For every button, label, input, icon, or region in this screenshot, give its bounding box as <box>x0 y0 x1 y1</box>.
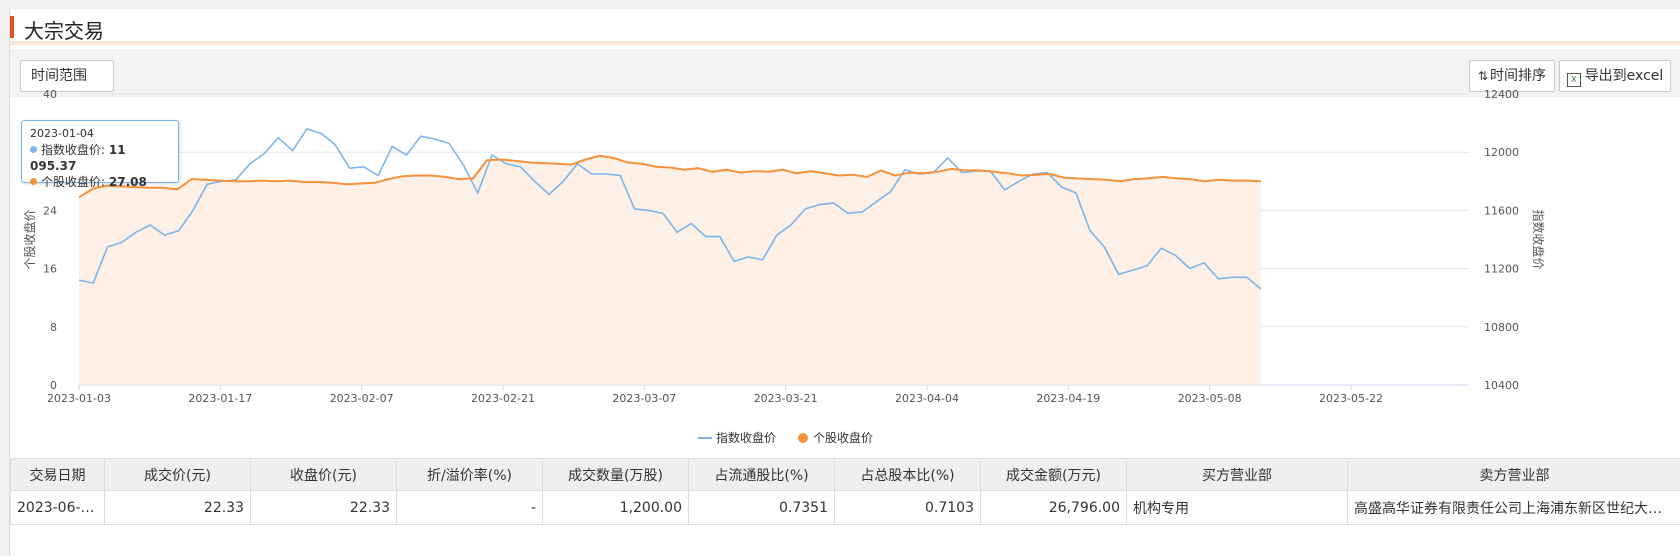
col-buyer[interactable]: 买方营业部 <box>1126 458 1348 491</box>
left-tick-label: 16 <box>43 263 57 276</box>
cell-seller[interactable]: 高盛高华证券有限责任公司上海浦东新区世纪大道证券营业部 <box>1347 490 1680 525</box>
price-chart[interactable]: 0816243240104001080011200116001200012400… <box>10 9 1680 458</box>
x-tick-label: 2023-04-04 <box>895 392 959 405</box>
right-tick-label: 10800 <box>1484 321 1519 334</box>
right-tick-label: 12000 <box>1484 146 1519 159</box>
col-float-ratio[interactable]: 占流通股比(%) <box>688 458 835 491</box>
col-premium-rate[interactable]: 折/溢价率(%) <box>396 458 543 491</box>
x-tick-label: 2023-02-07 <box>330 392 394 405</box>
stock-area-fill <box>79 155 1261 385</box>
block-trade-panel: 大宗交易 时间范围 ⇅时间排序 X导出到excel 08162432401040… <box>9 9 1680 556</box>
x-tick-label: 2023-01-03 <box>47 392 111 405</box>
right-axis-title: 指数收盘价 <box>1531 209 1546 269</box>
x-tick-label: 2023-04-19 <box>1036 392 1100 405</box>
x-tick-label: 2023-01-17 <box>188 392 252 405</box>
tooltip-index-label: 指数收盘价: <box>41 143 106 157</box>
legend-stock-icon[interactable] <box>798 433 808 443</box>
cell-float-ratio: 0.7351 <box>688 490 835 525</box>
right-tick-label: 10400 <box>1484 379 1519 392</box>
col-trade-price[interactable]: 成交价(元) <box>104 458 251 491</box>
cell-trade-price: 22.33 <box>104 490 251 525</box>
col-volume[interactable]: 成交数量(万股) <box>542 458 689 491</box>
right-tick-label: 12400 <box>1484 88 1519 101</box>
cell-total-ratio: 0.7103 <box>834 490 981 525</box>
col-trade-date[interactable]: 交易日期 <box>10 458 105 491</box>
x-tick-label: 2023-05-22 <box>1319 392 1383 405</box>
tooltip-stock-row: 个股收盘价: 27.08 <box>30 174 170 190</box>
cell-amount: 26,796.00 <box>980 490 1127 525</box>
legend-index-label[interactable]: 指数收盘价 <box>716 430 776 445</box>
tooltip-stock-value: 27.08 <box>108 175 147 189</box>
cell-premium-rate: - <box>396 490 543 525</box>
x-tick-label: 2023-05-08 <box>1178 392 1242 405</box>
col-seller[interactable]: 卖方营业部 <box>1347 458 1680 491</box>
block-trade-table: 交易日期 成交价(元) 收盘价(元) 折/溢价率(%) 成交数量(万股) 占流通… <box>10 458 1680 525</box>
index-dot-icon <box>30 146 37 153</box>
left-axis-title: 个股收盘价 <box>22 209 37 269</box>
right-tick-label: 11600 <box>1484 204 1519 217</box>
cell-trade-date: 2023-06-01 <box>10 490 105 525</box>
block-trade-table-wrap: 交易日期 成交价(元) 收盘价(元) 折/溢价率(%) 成交数量(万股) 占流通… <box>10 458 1680 525</box>
legend-stock-label[interactable]: 个股收盘价 <box>813 430 873 445</box>
cell-buyer[interactable]: 机构专用 <box>1126 490 1348 525</box>
col-amount[interactable]: 成交金额(万元) <box>980 458 1127 491</box>
left-tick-label: 40 <box>43 88 57 101</box>
cell-volume: 1,200.00 <box>542 490 689 525</box>
right-tick-label: 11200 <box>1484 263 1519 276</box>
tooltip-stock-label: 个股收盘价: <box>41 175 106 189</box>
chart-tooltip: 2023-01-04 指数收盘价: 11 095.37 个股收盘价: 27.08 <box>21 120 179 189</box>
col-close-price[interactable]: 收盘价(元) <box>250 458 397 491</box>
stock-dot-icon <box>30 178 37 185</box>
x-tick-label: 2023-03-07 <box>612 392 676 405</box>
table-header-row: 交易日期 成交价(元) 收盘价(元) 折/溢价率(%) 成交数量(万股) 占流通… <box>10 458 1680 491</box>
x-tick-label: 2023-03-21 <box>754 392 818 405</box>
left-tick-label: 0 <box>50 379 57 392</box>
left-tick-label: 8 <box>50 321 57 334</box>
table-row: 2023-06-01 22.33 22.33 - 1,200.00 0.7351… <box>10 490 1680 525</box>
x-tick-label: 2023-02-21 <box>471 392 535 405</box>
tooltip-date: 2023-01-04 <box>30 127 94 140</box>
left-tick-label: 24 <box>43 204 57 217</box>
tooltip-index-row: 指数收盘价: 11 095.37 <box>30 142 170 174</box>
col-total-ratio[interactable]: 占总股本比(%) <box>834 458 981 491</box>
cell-close-price: 22.33 <box>250 490 397 525</box>
